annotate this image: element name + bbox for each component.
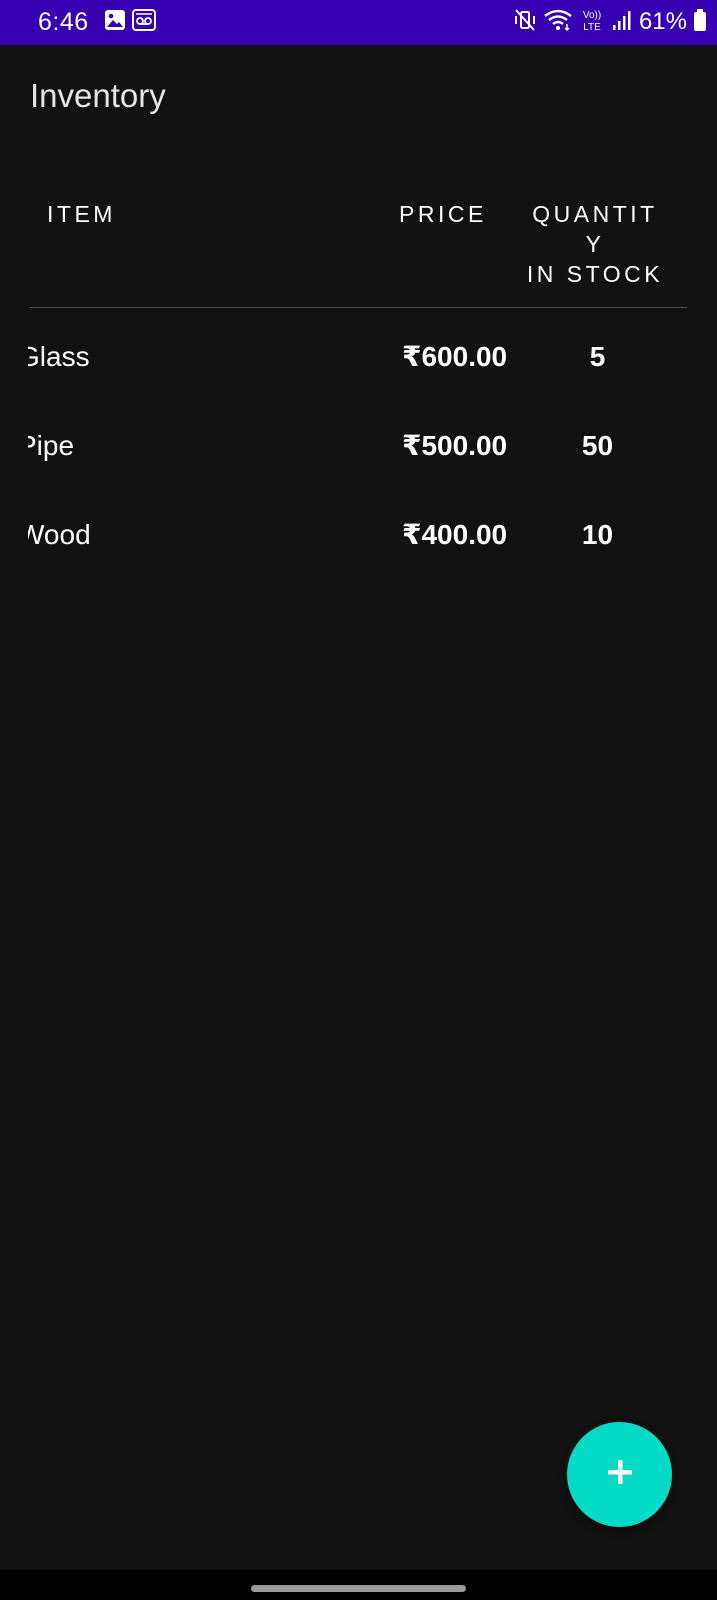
battery-icon — [693, 8, 707, 37]
svg-text:LTE: LTE — [583, 22, 601, 33]
item-price: ₹400.00 — [402, 519, 508, 550]
voicemail-icon — [132, 8, 156, 36]
column-header-item: ITEM — [47, 201, 116, 227]
wifi-icon — [543, 8, 573, 37]
gallery-icon — [104, 9, 126, 36]
status-time: 6:46 — [38, 8, 89, 36]
volte-icon: Vo)) LTE — [579, 7, 605, 38]
page-title: Inventory — [30, 77, 166, 114]
navigation-bar — [0, 1570, 717, 1600]
battery-percent: 61% — [638, 8, 687, 35]
header-divider — [30, 307, 687, 308]
svg-text:Vo)): Vo)) — [583, 10, 601, 21]
item-name: Pipe — [18, 430, 75, 461]
add-icon — [606, 1458, 634, 1491]
status-bar: 6:46 Vo)) LTE 61% — [0, 0, 717, 45]
table-row[interactable]: Wood ₹400.00 10 — [0, 515, 717, 555]
signal-icon — [611, 9, 633, 36]
table-row[interactable]: Pipe ₹500.00 50 — [0, 426, 717, 466]
column-header-price: PRICE — [399, 201, 487, 227]
add-item-button[interactable] — [567, 1422, 672, 1527]
item-quantity: 5 — [589, 341, 606, 372]
table-row[interactable]: Glass ₹600.00 5 — [0, 337, 717, 377]
item-name: Wood — [18, 519, 91, 550]
item-name: Glass — [18, 341, 90, 372]
item-quantity: 10 — [581, 519, 614, 550]
item-price: ₹600.00 — [402, 341, 508, 372]
mute-vibrate-icon — [513, 8, 537, 37]
home-gesture-handle[interactable] — [251, 1585, 466, 1592]
item-price: ₹500.00 — [402, 430, 508, 461]
column-header-quantity: QUANTIT Y IN STOCK — [526, 201, 664, 287]
item-quantity: 50 — [581, 430, 614, 461]
